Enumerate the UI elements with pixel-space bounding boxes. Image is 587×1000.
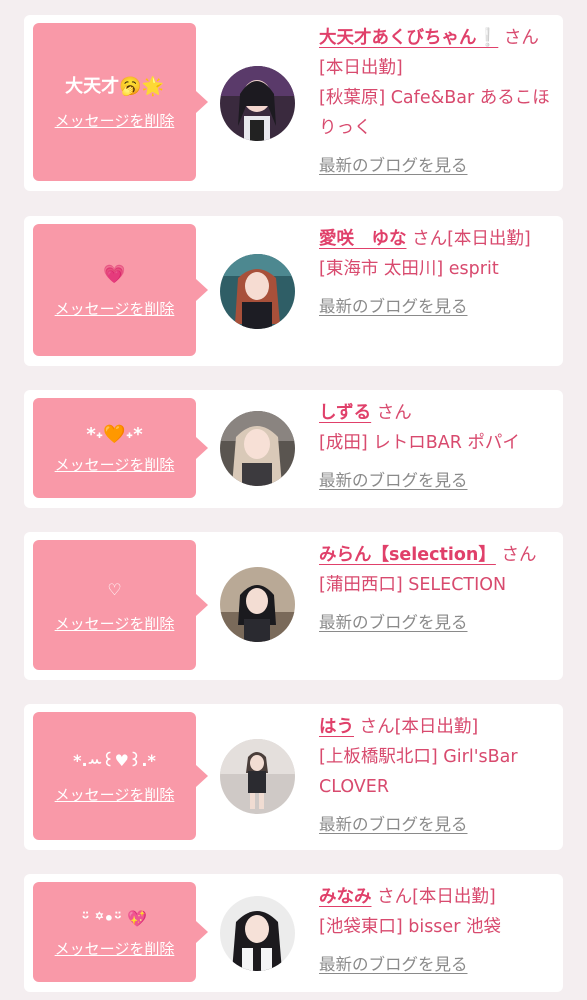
message-text: 大天才🥱🌟: [65, 75, 164, 97]
info-block: はう さん[本日出勤] [上板橋駅北口] Girl'sBar CLOVER 最新…: [319, 712, 551, 840]
girl-name-link[interactable]: みらん【selection】: [319, 545, 496, 565]
message-card: *.ꕀ꒰♥︎꒱.* メッセージを削除 はう さん[本日出勤] [上板橋駅北口] …: [24, 704, 563, 850]
delete-message-link[interactable]: メッセージを削除: [55, 784, 175, 805]
message-bubble: 大天才🥱🌟 メッセージを削除: [33, 23, 208, 181]
delete-message-link[interactable]: メッセージを削除: [55, 613, 175, 634]
delete-message-link[interactable]: メッセージを削除: [55, 110, 175, 131]
latest-blog-link[interactable]: 最新のブログを見る: [319, 292, 551, 322]
avatar[interactable]: [220, 896, 295, 971]
shop-info: [蒲田西口] SELECTION: [319, 575, 507, 595]
girl-status: さん: [495, 545, 537, 565]
latest-blog-link[interactable]: 最新のブログを見る: [319, 151, 551, 181]
message-text: ♡: [107, 579, 122, 599]
message-bubble: *˖🧡˖* メッセージを削除: [33, 398, 208, 498]
avatar[interactable]: [220, 411, 295, 486]
message-card: *˖🧡˖* メッセージを削除 しずる さん [成田] レトロBAR ポパイ 最新…: [24, 390, 563, 508]
message-card: 💗 メッセージを削除 愛咲 ゆな さん[本日出勤] [東海市 太田川] espr…: [24, 216, 563, 366]
shop-info: [池袋東口] bisser 池袋: [319, 917, 501, 937]
message-card: ᵕ̈ ꙳•ᵕ̈ 💖 メッセージを削除 みなみ さん[本日出勤] [池袋東口] b…: [24, 874, 563, 992]
delete-message-link[interactable]: メッセージを削除: [55, 938, 175, 959]
avatar[interactable]: [220, 254, 295, 329]
message-card: ♡ メッセージを削除 みらん【selection】 さん [蒲田西口] SELE…: [24, 532, 563, 680]
info-block: みなみ さん[本日出勤] [池袋東口] bisser 池袋 最新のブログを見る: [319, 882, 551, 980]
shop-info: [上板橋駅北口] Girl'sBar CLOVER: [319, 747, 518, 797]
message-card: 大天才🥱🌟 メッセージを削除 大天才あくびちゃん❕ さん[本日出勤] [秋葉原]…: [24, 15, 563, 191]
shop-info: [成田] レトロBAR ポパイ: [319, 433, 520, 453]
girl-name-link[interactable]: 大天才あくびちゃん❕: [319, 28, 498, 48]
girl-status: さん: [371, 403, 412, 423]
info-block: みらん【selection】 さん [蒲田西口] SELECTION 最新のブロ…: [319, 540, 551, 638]
avatar[interactable]: [220, 66, 295, 141]
delete-message-link[interactable]: メッセージを削除: [55, 298, 175, 319]
girl-status: さん[本日出勤]: [406, 229, 531, 249]
avatar[interactable]: [220, 739, 295, 814]
shop-info: [東海市 太田川] esprit: [319, 259, 499, 279]
shop-info: [秋葉原] Cafe&Bar あるこほりっく: [319, 88, 550, 138]
delete-message-link[interactable]: メッセージを削除: [55, 454, 175, 475]
message-text: *.ꕀ꒰♥︎꒱.*: [73, 750, 156, 770]
girl-status: さん[本日出勤]: [371, 887, 496, 907]
girl-name-link[interactable]: しずる: [319, 403, 371, 423]
girl-name-link[interactable]: はう: [319, 717, 354, 737]
girl-name-link[interactable]: みなみ: [319, 887, 372, 907]
latest-blog-link[interactable]: 最新のブログを見る: [319, 950, 551, 980]
message-text: 💗: [103, 263, 126, 285]
latest-blog-link[interactable]: 最新のブログを見る: [319, 466, 551, 496]
message-bubble: ᵕ̈ ꙳•ᵕ̈ 💖 メッセージを削除: [33, 882, 208, 982]
info-block: 愛咲 ゆな さん[本日出勤] [東海市 太田川] esprit 最新のブログを見…: [319, 224, 551, 322]
avatar[interactable]: [220, 567, 295, 642]
info-block: しずる さん [成田] レトロBAR ポパイ 最新のブログを見る: [319, 398, 551, 496]
latest-blog-link[interactable]: 最新のブログを見る: [319, 608, 551, 638]
message-text: *˖🧡˖*: [86, 423, 143, 445]
girl-status: さん[本日出勤]: [354, 717, 479, 737]
message-text: ᵕ̈ ꙳•ᵕ̈ 💖: [81, 908, 148, 928]
message-bubble: 💗 メッセージを削除: [33, 224, 208, 356]
info-block: 大天才あくびちゃん❕ さん[本日出勤] [秋葉原] Cafe&Bar あるこほり…: [319, 23, 551, 181]
message-bubble: ♡ メッセージを削除: [33, 540, 208, 670]
message-list: 大天才🥱🌟 メッセージを削除 大天才あくびちゃん❕ さん[本日出勤] [秋葉原]…: [0, 0, 587, 1000]
girl-name-link[interactable]: 愛咲 ゆな: [319, 229, 407, 249]
latest-blog-link[interactable]: 最新のブログを見る: [319, 810, 551, 840]
message-bubble: *.ꕀ꒰♥︎꒱.* メッセージを削除: [33, 712, 208, 840]
